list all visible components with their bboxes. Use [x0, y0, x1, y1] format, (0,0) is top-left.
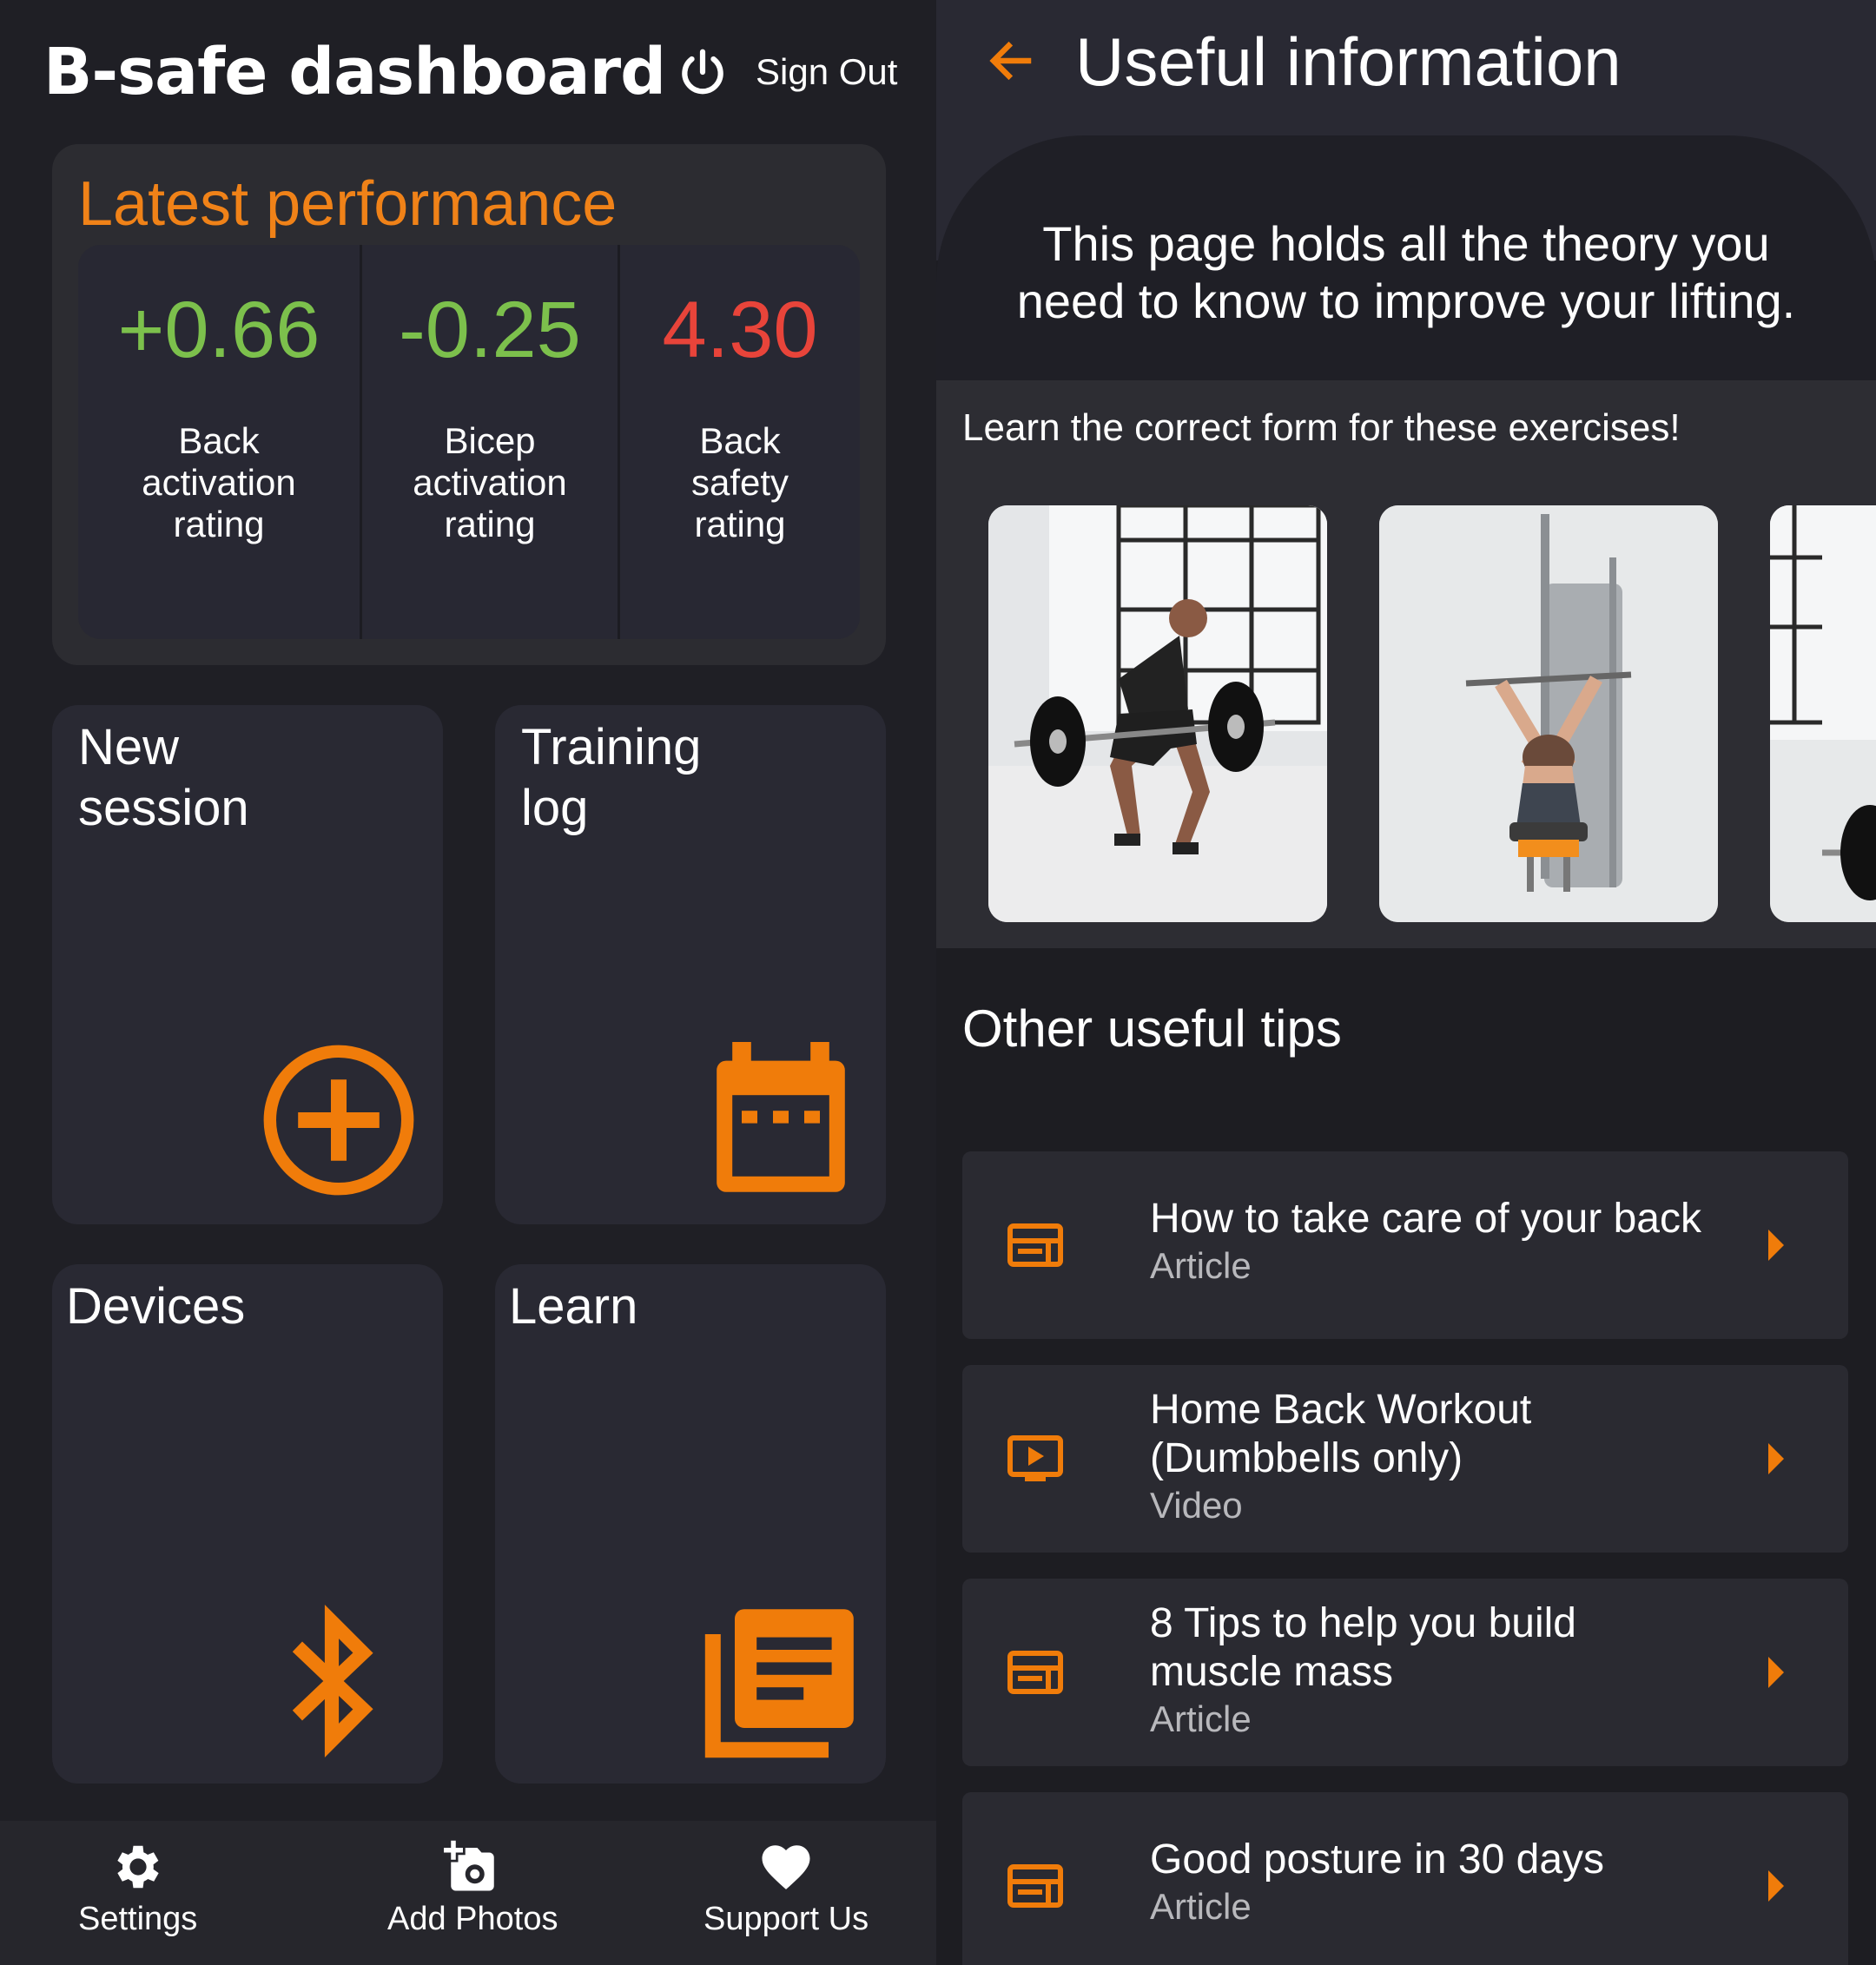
nav-label: Add Photos: [387, 1901, 558, 1937]
tip-text: 8 Tips to help you build muscle mass Art…: [1150, 1599, 1758, 1742]
new-session-tile[interactable]: New session: [52, 705, 443, 1224]
bluetooth-icon: [292, 1605, 373, 1757]
metric-bicep-activation: -0.25 Bicep activation rating: [360, 245, 618, 639]
exercise-image-barbell-row[interactable]: [988, 505, 1327, 922]
tip-title: Home Back Workout (Dumbbells only): [1150, 1387, 1532, 1481]
metric-back-safety: 4.30 Back safety rating: [618, 245, 860, 639]
heart-icon: [762, 1845, 810, 1889]
performance-metrics: +0.66 Back activation rating -0.25 Bicep…: [78, 245, 860, 639]
tip-type: Article: [1150, 1698, 1252, 1739]
tip-text: How to take care of your back Article: [1150, 1195, 1758, 1289]
tip-title: Good posture in 30 days: [1150, 1836, 1605, 1883]
bottom-navigation: Settings Add Photos Support Us: [0, 1821, 936, 1965]
tip-card[interactable]: How to take care of your back Article: [962, 1151, 1848, 1339]
learn-tile[interactable]: Learn: [495, 1264, 886, 1784]
performance-title: Latest performance: [78, 169, 618, 239]
metric-label: Back safety rating: [690, 420, 789, 544]
tips-heading: Other useful tips: [962, 999, 1342, 1058]
tip-title: 8 Tips to help you build muscle mass: [1150, 1600, 1576, 1695]
video-icon: [1007, 1435, 1063, 1481]
nav-label: Support Us: [704, 1901, 869, 1937]
metric-value: +0.66: [117, 286, 320, 374]
chevron-right-icon: [1768, 1230, 1784, 1261]
tile-label: Training log: [521, 719, 702, 836]
chevron-right-icon: [1768, 1657, 1784, 1688]
tip-text: Home Back Workout (Dumbbells only) Video: [1150, 1386, 1758, 1528]
nav-label: Settings: [78, 1901, 198, 1937]
chevron-right-icon: [1768, 1870, 1784, 1902]
intro-text: This page holds all the theory you need …: [1016, 216, 1796, 328]
nav-support-us[interactable]: Support Us: [704, 1838, 869, 1938]
sign-out-label: Sign Out: [756, 51, 898, 92]
tip-title: How to take care of your back: [1150, 1196, 1701, 1242]
dashboard-screen: B-safe dashboard Sign Out Latest perform…: [0, 0, 936, 1965]
tip-card[interactable]: Home Back Workout (Dumbbells only) Video: [962, 1365, 1848, 1553]
sign-out-button[interactable]: Sign Out: [676, 45, 897, 99]
tip-text: Good posture in 30 days Article: [1150, 1836, 1758, 1929]
tip-type: Video: [1150, 1485, 1243, 1526]
exercises-section: Learn the correct form for these exercis…: [936, 380, 1876, 948]
latest-performance-card: Latest performance +0.66 Back activation…: [52, 144, 886, 665]
exercises-heading: Learn the correct form for these exercis…: [962, 406, 1681, 449]
library-books-icon: [704, 1609, 854, 1758]
exercise-image-lat-pulldown[interactable]: [1379, 505, 1718, 922]
power-icon: [682, 49, 723, 95]
tile-label: New session: [78, 719, 249, 836]
article-icon: [1007, 1223, 1063, 1267]
nav-add-photos[interactable]: Add Photos: [387, 1838, 558, 1938]
add-circle-icon: [263, 1045, 414, 1196]
metric-value: -0.25: [399, 286, 581, 374]
metric-label: Bicep activation rating: [413, 420, 567, 544]
gear-icon: [117, 1845, 159, 1889]
devices-tile[interactable]: Devices: [52, 1264, 443, 1784]
article-icon: [1007, 1864, 1063, 1908]
tip-card[interactable]: 8 Tips to help you build muscle mass Art…: [962, 1579, 1848, 1766]
calendar-icon: [717, 1042, 845, 1192]
back-arrow-icon[interactable]: [985, 35, 1037, 87]
tile-label: Devices: [66, 1278, 246, 1335]
tile-label: Learn: [509, 1278, 638, 1335]
page-title: B-safe dashboard: [43, 35, 666, 109]
tip-type: Article: [1150, 1886, 1252, 1927]
metric-label: Back activation rating: [142, 420, 296, 544]
tip-card[interactable]: Good posture in 30 days Article: [962, 1792, 1848, 1965]
metric-value: 4.30: [662, 286, 818, 374]
training-log-tile[interactable]: Training log: [495, 705, 886, 1224]
useful-information-screen: Useful information This page holds all t…: [936, 0, 1876, 1965]
page-title: Useful information: [1075, 23, 1622, 100]
metric-back-activation: +0.66 Back activation rating: [78, 245, 360, 639]
article-icon: [1007, 1651, 1063, 1694]
chevron-right-icon: [1768, 1443, 1784, 1474]
exercise-image-barbell[interactable]: [1770, 505, 1876, 922]
add-photo-icon: [444, 1840, 494, 1891]
tip-type: Article: [1150, 1245, 1252, 1286]
nav-settings[interactable]: Settings: [78, 1838, 197, 1938]
